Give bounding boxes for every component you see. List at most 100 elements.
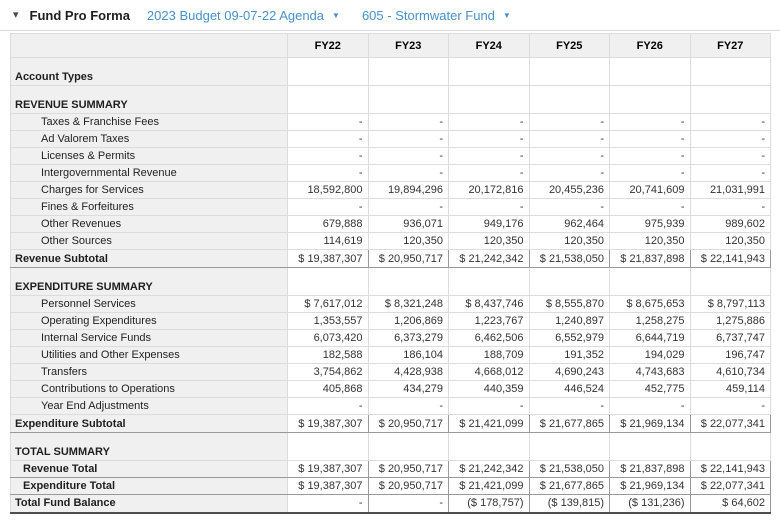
value-cell: 120,350 xyxy=(528,232,610,250)
table-row: Expenditure Total $ 19,387,307 $ 20,950,71… xyxy=(10,477,771,495)
toolbar: ▾ Fund Pro Forma 2023 Budget 09-07-22 Ag… xyxy=(0,0,780,31)
row-label: Other Sources xyxy=(10,232,288,250)
table-row: Taxes & Franchise Fees - - - - - - xyxy=(10,113,771,131)
value-cell: 1,275,886 xyxy=(689,312,771,330)
value-cell: 182,588 xyxy=(287,346,369,364)
row-label: EXPENDITURE SUMMARY xyxy=(10,267,288,296)
table-row: Fines & Forfeitures - - - - - - xyxy=(10,198,771,216)
value-cell: - xyxy=(528,198,610,216)
chevron-down-icon: ▼ xyxy=(502,10,511,20)
value-cell: 452,775 xyxy=(609,380,691,398)
value-cell: - xyxy=(367,113,449,131)
value-cell: $ 21,538,050 xyxy=(528,249,610,268)
row-label: TOTAL SUMMARY xyxy=(10,432,288,461)
value-cell xyxy=(689,85,771,114)
value-cell: 19,894,296 xyxy=(367,181,449,199)
value-cell: $ 20,950,717 xyxy=(367,460,449,478)
column-header: FY24 xyxy=(448,33,530,58)
value-cell: $ 21,538,050 xyxy=(528,460,610,478)
chevron-down-icon: ▼ xyxy=(332,10,340,20)
value-cell: - xyxy=(689,130,771,148)
table-row: Total Fund Balance - - ($ 178,757) ($ 139,81… xyxy=(10,494,771,513)
row-label: Account Types xyxy=(10,57,288,86)
value-cell: - xyxy=(689,198,771,216)
value-cell: 949,176 xyxy=(448,215,530,233)
column-header: FY22 xyxy=(287,33,369,58)
value-cell: - xyxy=(367,147,449,165)
fund-dropdown-label: 605 - Stormwater Fund xyxy=(361,7,495,23)
value-cell xyxy=(287,57,369,86)
value-cell: $ 21,677,865 xyxy=(528,414,610,433)
value-cell xyxy=(689,432,771,461)
value-cell: - xyxy=(448,130,530,148)
value-cell: $ 21,677,865 xyxy=(528,477,610,495)
table-row: Intergovernmental Revenue - - - - - - xyxy=(10,164,771,182)
column-header: FY27 xyxy=(689,33,771,58)
value-cell: $ 22,077,341 xyxy=(689,414,771,433)
row-label: Expenditure Subtotal xyxy=(10,414,288,433)
value-cell: 434,279 xyxy=(367,380,449,398)
value-cell: 6,552,979 xyxy=(528,329,610,347)
value-cell: $ 19,387,307 xyxy=(287,249,369,268)
value-cell: 446,524 xyxy=(528,380,610,398)
value-cell xyxy=(448,57,530,86)
budget-dropdown[interactable]: 2023 Budget 09-07-22 Agenda ▼ xyxy=(147,8,340,23)
value-cell: 120,350 xyxy=(689,232,771,250)
row-label: Intergovernmental Revenue xyxy=(10,164,288,182)
table-row: Expenditure Subtotal $ 19,387,307 $ 20,950… xyxy=(10,414,771,433)
value-cell: $ 21,969,134 xyxy=(609,477,691,495)
value-cell xyxy=(689,57,771,86)
row-label: Total Fund Balance xyxy=(10,494,288,513)
value-cell: $ 22,077,341 xyxy=(689,477,771,495)
collapse-icon[interactable]: ▾ xyxy=(13,9,19,21)
row-label: Charges for Services xyxy=(10,181,288,199)
value-cell: $ 19,387,307 xyxy=(287,460,369,478)
row-label: Revenue Subtotal xyxy=(10,249,288,268)
value-cell: ($ 139,815) xyxy=(528,494,610,513)
value-cell: - xyxy=(287,147,369,165)
value-cell: - xyxy=(528,130,610,148)
value-cell: $ 22,141,943 xyxy=(689,460,771,478)
table-header-row: FY22 FY23 FY24 FY25 FY26 FY27 xyxy=(10,33,771,58)
value-cell: - xyxy=(287,397,369,415)
value-cell: - xyxy=(689,113,771,131)
value-cell xyxy=(689,267,771,296)
value-cell: $ 8,797,113 xyxy=(689,295,771,313)
value-cell: 1,223,767 xyxy=(448,312,530,330)
value-cell: $ 8,321,248 xyxy=(367,295,449,313)
value-cell: - xyxy=(448,147,530,165)
value-cell: 4,743,683 xyxy=(609,363,691,381)
table-row: Other Sources 114,619 120,350 120,350 120,35… xyxy=(10,232,771,250)
fund-dropdown[interactable]: 605 - Stormwater Fund ▼ xyxy=(362,8,511,23)
value-cell: 188,709 xyxy=(448,346,530,364)
value-cell: $ 8,555,870 xyxy=(528,295,610,313)
page-title: Fund Pro Forma xyxy=(29,7,130,23)
table-row: Licenses & Permits - - - - - - xyxy=(10,147,771,165)
corner-cell xyxy=(10,33,288,58)
row-label: Expenditure Total xyxy=(10,477,288,495)
table-row: TOTAL SUMMARY xyxy=(10,432,771,461)
value-cell: - xyxy=(528,113,610,131)
value-cell: - xyxy=(448,198,530,216)
value-cell: $ 21,242,342 xyxy=(448,460,530,478)
value-cell: - xyxy=(287,164,369,182)
table-row: Contributions to Operations 405,868 434,27… xyxy=(10,380,771,398)
value-cell: - xyxy=(609,130,691,148)
value-cell: - xyxy=(528,147,610,165)
value-cell: 1,353,557 xyxy=(287,312,369,330)
budget-dropdown-label: 2023 Budget 09-07-22 Agenda xyxy=(146,7,325,23)
value-cell: 1,240,897 xyxy=(528,312,610,330)
table-row: Personnel Services $ 7,617,012 $ 8,321,248… xyxy=(10,295,771,313)
value-cell xyxy=(367,267,449,296)
column-header: FY23 xyxy=(367,33,449,58)
value-cell: 459,114 xyxy=(689,380,771,398)
value-cell: 3,754,862 xyxy=(287,363,369,381)
value-cell: $ 19,387,307 xyxy=(287,477,369,495)
row-label: Revenue Total xyxy=(10,460,288,478)
value-cell: - xyxy=(689,147,771,165)
value-cell: 196,747 xyxy=(689,346,771,364)
column-header: FY26 xyxy=(609,33,691,58)
value-cell: 194,029 xyxy=(609,346,691,364)
row-label: Personnel Services xyxy=(10,295,288,313)
value-cell: 440,359 xyxy=(448,380,530,398)
